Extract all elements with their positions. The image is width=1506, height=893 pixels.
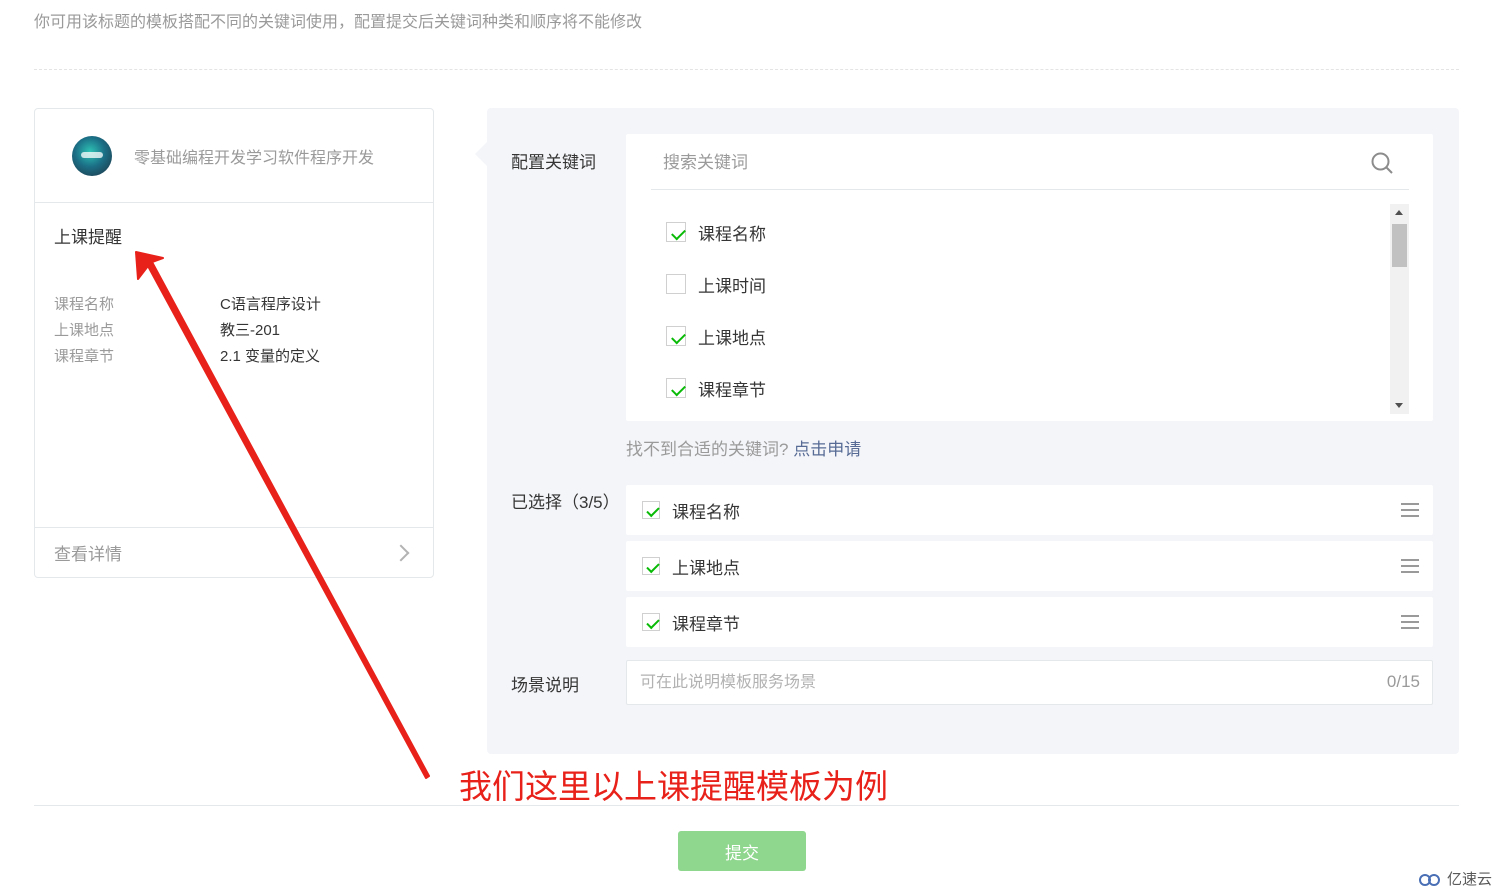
scroll-up-arrow-icon[interactable] — [1395, 210, 1403, 215]
not-found-text: 找不到合适的关键词? — [626, 440, 789, 459]
checkbox-checked[interactable] — [642, 501, 660, 519]
keyword-option-label: 课程章节 — [698, 380, 766, 400]
keywords-label: 配置关键词 — [511, 153, 596, 172]
search-icon[interactable] — [1371, 152, 1393, 174]
preview-field-row: 课程章节 2.1 变量的定义 — [54, 344, 414, 370]
app-avatar — [72, 135, 112, 176]
preview-field-label: 课程章节 — [54, 348, 115, 365]
preview-field-value: 教三-201 — [220, 322, 281, 339]
keyword-option[interactable]: 课程名称 — [666, 206, 1366, 258]
keyword-search — [651, 134, 1409, 190]
chevron-right-icon — [392, 544, 410, 561]
keyword-option-label: 上课地点 — [698, 328, 766, 348]
watermark-text: 亿速云 — [1446, 871, 1492, 888]
char-counter: 0/15 — [1386, 672, 1420, 691]
keyword-option[interactable]: 课程章节 — [666, 362, 1366, 414]
cloud-logo-icon — [1418, 873, 1440, 886]
scene-label: 场景说明 — [511, 676, 579, 695]
keyword-option[interactable]: 上课地点 — [666, 310, 1366, 362]
drag-handle-icon[interactable] — [1401, 615, 1419, 629]
checkbox-checked[interactable] — [642, 613, 660, 631]
checkbox-checked[interactable] — [642, 557, 660, 575]
top-divider — [34, 69, 1459, 70]
config-panel: 配置关键词 课程名称 上课时间 上课地点 课程章节 — [475, 108, 1459, 754]
keyword-option[interactable]: 上课时间 — [666, 258, 1366, 310]
preview-field-label: 课程名称 — [54, 296, 115, 313]
watermark: 亿速云 — [1417, 868, 1492, 889]
template-title: 上课提醒 — [54, 228, 122, 247]
view-details-link[interactable]: 查看详情 — [54, 540, 122, 565]
keyword-picker: 课程名称 上课时间 上课地点 课程章节 — [626, 134, 1433, 421]
preview-field-value: C语言程序设计 — [220, 296, 321, 313]
scene-description-input[interactable] — [640, 669, 1340, 697]
checkbox-checked[interactable] — [666, 378, 686, 398]
selected-keyword-label: 课程名称 — [672, 502, 740, 522]
keyword-not-found-hint: 找不到合适的关键词? 点击申请 — [626, 435, 861, 460]
preview-field-value: 2.1 变量的定义 — [220, 348, 321, 365]
preview-field-row: 上课地点 教三-201 — [54, 318, 414, 344]
drag-handle-icon[interactable] — [1401, 559, 1419, 573]
selected-keyword-label: 上课地点 — [672, 558, 740, 578]
keyword-list: 课程名称 上课时间 上课地点 课程章节 — [666, 206, 1366, 414]
selected-keyword-item[interactable]: 课程章节 — [626, 597, 1433, 647]
keyword-search-input[interactable] — [663, 148, 1313, 178]
preview-card-body: 上课提醒 课程名称 C语言程序设计 上课地点 教三-201 课程章节 2.1 变… — [35, 203, 433, 528]
keyword-option-label: 课程名称 — [698, 224, 766, 244]
app-name: 零基础编程开发学习软件程序开发 — [134, 149, 375, 167]
selected-keyword-item[interactable]: 课程名称 — [626, 485, 1433, 535]
preview-field-row: 课程名称 C语言程序设计 — [54, 292, 414, 318]
scene-description-field: 0/15 — [626, 660, 1433, 705]
checkbox-unchecked[interactable] — [666, 274, 686, 294]
annotation-text: 我们这里以上课提醒模板为例 — [459, 768, 888, 805]
template-preview-card: 零基础编程开发学习软件程序开发 上课提醒 课程名称 C语言程序设计 上课地点 教… — [34, 108, 434, 578]
keyword-option-label: 上课时间 — [698, 276, 766, 296]
keyword-list-scrollbar[interactable] — [1390, 204, 1409, 414]
checkbox-checked[interactable] — [666, 326, 686, 346]
view-details-row[interactable]: 查看详情 — [35, 527, 433, 577]
checkbox-checked[interactable] — [666, 222, 686, 242]
scroll-down-arrow-icon[interactable] — [1395, 403, 1403, 408]
selected-label: 已选择（3/5） — [511, 493, 620, 512]
drag-handle-icon[interactable] — [1401, 503, 1419, 517]
preview-field-label: 上课地点 — [54, 322, 115, 339]
preview-card-header: 零基础编程开发学习软件程序开发 — [35, 109, 433, 203]
preview-fields: 课程名称 C语言程序设计 上课地点 教三-201 课程章节 2.1 变量的定义 — [54, 292, 414, 370]
selected-keyword-item[interactable]: 上课地点 — [626, 541, 1433, 591]
apply-keyword-link[interactable]: 点击申请 — [793, 440, 861, 459]
selected-keyword-label: 课程章节 — [672, 614, 740, 634]
scrollbar-thumb[interactable] — [1392, 224, 1407, 267]
instruction-hint: 你可用该标题的模板搭配不同的关键词使用，配置提交后关键词种类和顺序将不能修改 — [34, 14, 643, 31]
submit-button[interactable]: 提交 — [678, 831, 806, 871]
bottom-divider — [34, 805, 1459, 806]
